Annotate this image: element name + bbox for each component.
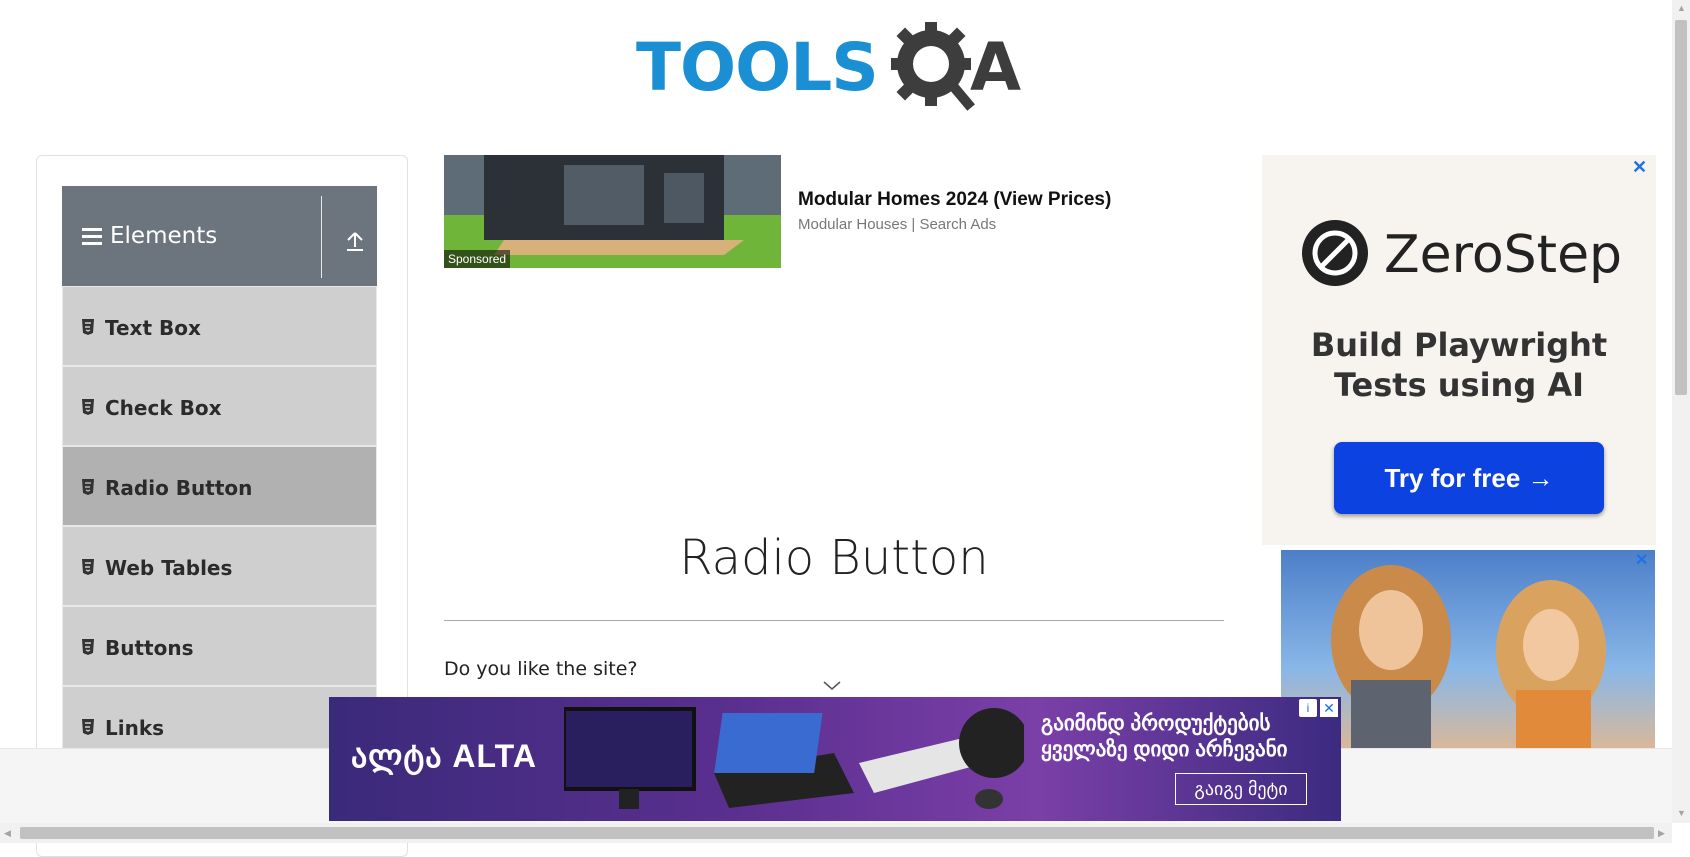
ad-close-icon[interactable]: ✕ bbox=[1632, 157, 1647, 178]
html5-icon bbox=[82, 319, 94, 335]
ad-close-icon[interactable]: ✕ bbox=[1635, 550, 1648, 570]
ad-info-icon[interactable]: i bbox=[1299, 699, 1317, 717]
alta-banner-ad[interactable]: ალტა ALTA გაიმინდ პროდუქტების ყველაზე დი… bbox=[329, 697, 1341, 821]
ad-line: გაიმინდ პროდუქტების bbox=[1041, 712, 1271, 735]
horizontal-scrollbar[interactable]: ◀ ▶ bbox=[0, 823, 1672, 843]
sidebar-item-radio-button[interactable]: Radio Button bbox=[62, 446, 377, 526]
html5-icon bbox=[82, 399, 94, 415]
toolsqa-logo[interactable]: TOOLS A bbox=[636, 18, 1038, 114]
try-for-free-button[interactable]: Try for free → bbox=[1334, 442, 1604, 514]
zerostep-ad[interactable]: ✕ ZeroStep Build Playwright Tests using … bbox=[1262, 155, 1656, 545]
collapse-arrow-icon[interactable] bbox=[344, 230, 366, 252]
group-title: Elements bbox=[82, 223, 217, 249]
scrollbar-thumb[interactable] bbox=[20, 827, 1654, 839]
question-text: Do you like the site? bbox=[444, 658, 638, 680]
sidebar-item-label: Text Box bbox=[105, 316, 201, 340]
ad-brand: ალტა ALTA bbox=[351, 738, 537, 774]
sidebar-item-label: Radio Button bbox=[105, 476, 253, 500]
ad-tagline-line: Build Playwright bbox=[1310, 326, 1608, 364]
zerostep-logo-icon bbox=[1302, 220, 1368, 286]
sidebar-item-label: Check Box bbox=[105, 396, 222, 420]
vertical-scrollbar[interactable]: ▲ ▼ bbox=[1672, 0, 1690, 823]
ad-close-icon[interactable]: ✕ bbox=[1320, 699, 1338, 717]
sidebar-item-check-box[interactable]: Check Box bbox=[62, 366, 377, 446]
sidebar-group-elements[interactable]: Elements bbox=[62, 186, 377, 287]
scroll-down-icon[interactable]: ▼ bbox=[1677, 808, 1686, 818]
ad-subtitle: Modular Houses | Search Ads bbox=[798, 216, 997, 233]
html5-icon bbox=[82, 719, 94, 735]
sidebar-item-label: Links bbox=[105, 716, 165, 740]
ad-tagline: Build Playwright Tests using AI bbox=[1262, 325, 1656, 405]
divider bbox=[444, 620, 1224, 621]
ad-title[interactable]: Modular Homes 2024 (View Prices) bbox=[798, 189, 1111, 211]
html5-icon bbox=[82, 479, 94, 495]
sidebar-item-text-box[interactable]: Text Box bbox=[62, 286, 377, 366]
sidebar-item-buttons[interactable]: Buttons bbox=[62, 606, 377, 686]
ad-tagline-line: Tests using AI bbox=[1333, 366, 1585, 404]
chevron-down-icon bbox=[823, 681, 841, 690]
scrollbar-thumb[interactable] bbox=[1675, 20, 1687, 395]
ad-line: ყველაზე დიდი არჩევანი bbox=[1041, 738, 1288, 761]
ad-brand: ZeroStep bbox=[1384, 225, 1623, 285]
logo-text: TOOLS bbox=[636, 29, 879, 106]
scroll-left-icon[interactable]: ◀ bbox=[4, 828, 11, 839]
menu-icon bbox=[82, 224, 102, 249]
sidebar-item-label: Buttons bbox=[105, 636, 194, 660]
sponsored-ad[interactable]: Sponsored Modular Homes 2024 (View Price… bbox=[444, 155, 1244, 268]
scroll-up-icon[interactable]: ▲ bbox=[1677, 3, 1686, 13]
sponsored-badge: Sponsored bbox=[444, 250, 511, 268]
logo-suffix: A bbox=[970, 29, 1022, 106]
group-title-label: Elements bbox=[110, 223, 218, 249]
sidebar-item-label: Web Tables bbox=[105, 556, 233, 580]
page-title: Radio Button bbox=[679, 530, 989, 586]
divider bbox=[321, 196, 322, 278]
ad-image[interactable]: Sponsored bbox=[444, 155, 781, 268]
html5-icon bbox=[82, 639, 94, 655]
learn-more-button[interactable]: გაიგე მეტი bbox=[1175, 773, 1307, 805]
products-image bbox=[564, 707, 1024, 809]
scroll-right-icon[interactable]: ▶ bbox=[1658, 828, 1665, 839]
sidebar-item-web-tables[interactable]: Web Tables bbox=[62, 526, 377, 606]
html5-icon bbox=[82, 559, 94, 575]
